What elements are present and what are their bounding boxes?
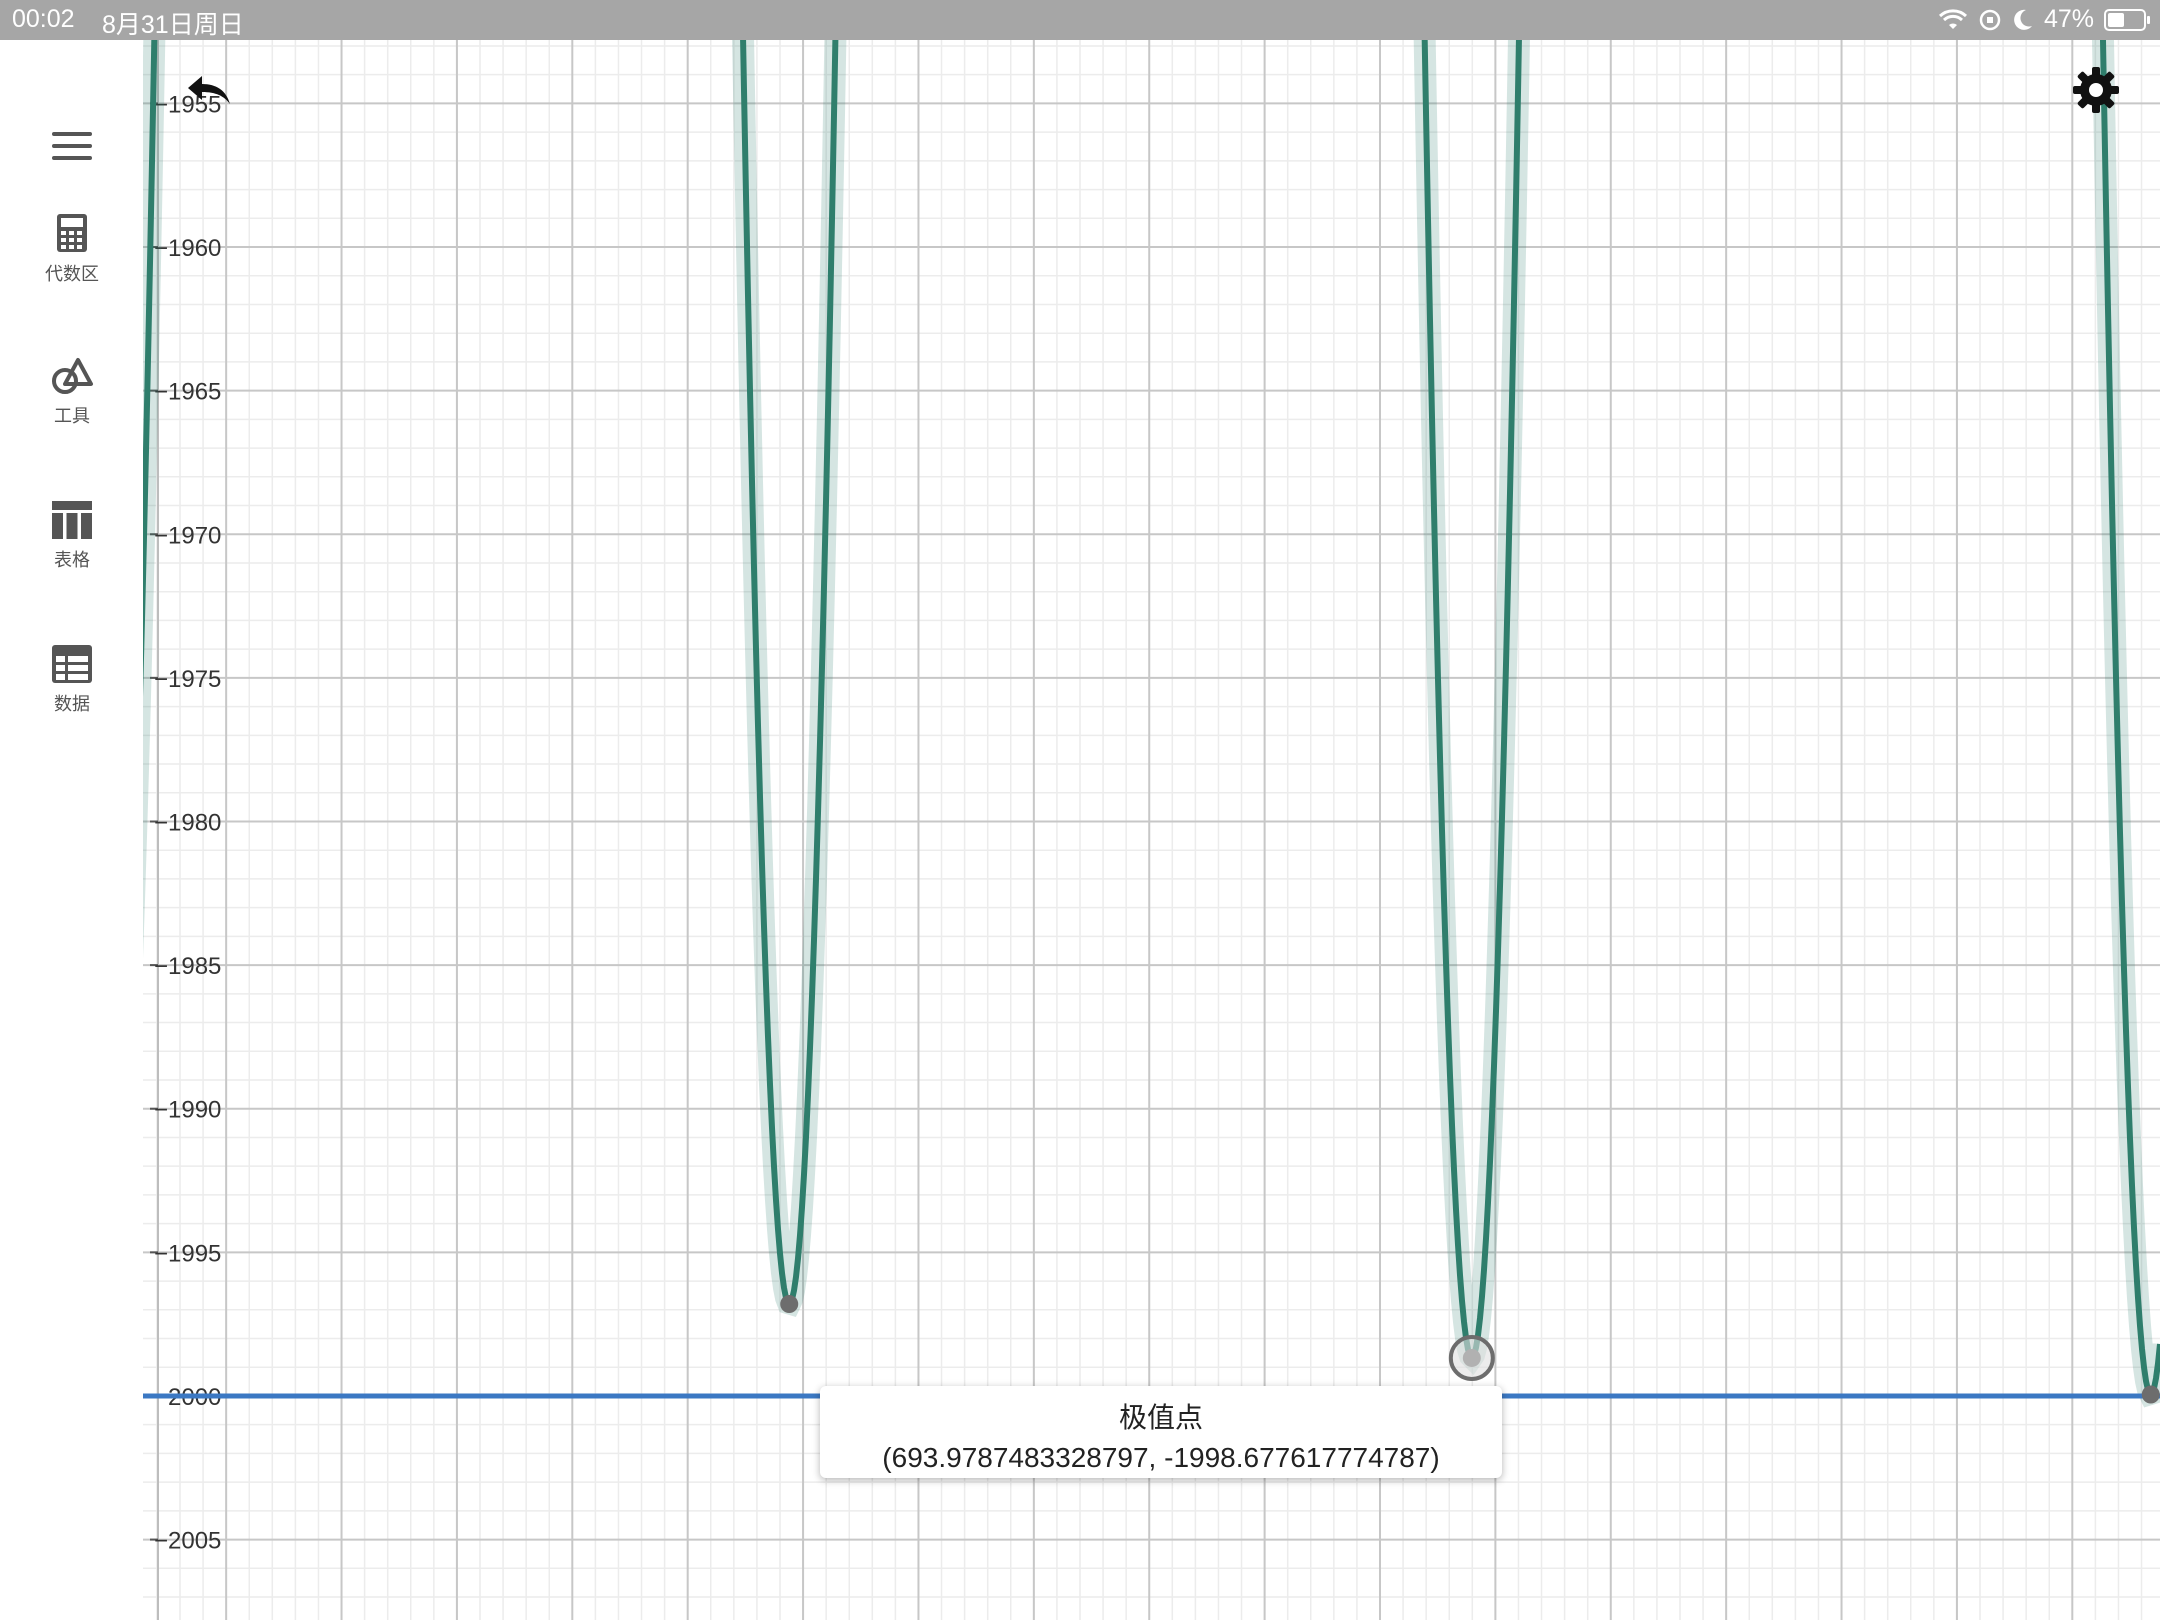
x-tick-label: 635 [91, 11, 131, 38]
x-tick-label: 645 [322, 11, 362, 38]
settings-button[interactable] [2070, 64, 2122, 116]
x-tick-label: 675 [1014, 11, 1054, 38]
x-tick-label: 710 [1822, 11, 1862, 38]
undo-icon [188, 76, 230, 104]
extremum-tooltip: 极值点 (693.9787483328797, -1998.6776177747… [820, 1386, 1502, 1478]
x-tick-label: 670 [898, 11, 938, 38]
graph-canvas[interactable]: −1955−1960−1965−1970−1975−1980−1985−1990… [0, 0, 2160, 1620]
hamburger-menu-icon[interactable] [52, 132, 92, 160]
y-tick-label: −1965 [154, 379, 221, 406]
y-tick-label: −1985 [154, 953, 221, 980]
y-tick-label: −1995 [154, 1240, 221, 1267]
x-tick-label: 700 [1591, 11, 1631, 38]
y-tick-label: −1960 [154, 235, 221, 262]
x-tick-label: 650 [437, 11, 477, 38]
x-tick-label: 640 [206, 11, 246, 38]
x-tick-label: 685 [1245, 11, 1285, 38]
x-tick-label: 705 [1706, 11, 1746, 38]
x-tick-label: 695 [1475, 11, 1515, 38]
y-tick-label: −1970 [154, 522, 221, 549]
sidebar-item-label: 表格 [54, 550, 90, 571]
shapes-tool-icon [52, 358, 93, 394]
y-tick-label: −2005 [154, 1528, 221, 1555]
x-tick-label: 680 [1129, 11, 1169, 38]
sidebar-item-label: 代数区 [45, 264, 99, 285]
x-tick-label: 715 [1937, 11, 1977, 38]
y-tick-label: −1975 [154, 666, 221, 693]
x-tick-label: 660 [668, 11, 708, 38]
gear-icon [2073, 67, 2119, 113]
y-tick-label: −1990 [154, 1097, 221, 1124]
sidebar-item-table[interactable]: 表格 [22, 500, 122, 600]
sidebar-item-data[interactable]: 数据 [22, 644, 122, 744]
tooltip-title: 极值点 [1118, 1401, 1203, 1434]
extremum-point [780, 1295, 799, 1314]
sidebar-item-label: 数据 [54, 694, 90, 715]
sidebar-item-label: 工具 [54, 406, 90, 427]
x-tick-label: 720 [2052, 11, 2092, 38]
x-tick-label: 665 [783, 11, 823, 38]
x-tick-label: 690 [1360, 11, 1400, 38]
sidebar-item-tools[interactable]: 工具 [22, 356, 122, 456]
selected-point-ring [1448, 1334, 1495, 1381]
calculator-icon [57, 214, 87, 252]
sidebar: 代数区 工具 表格 数据 [0, 40, 143, 1620]
extremum-point [2141, 1385, 2160, 1404]
sidebar-item-algebra[interactable]: 代数区 [22, 212, 122, 312]
table-icon [52, 501, 92, 539]
x-tick-label: 655 [552, 11, 592, 38]
spreadsheet-icon [52, 645, 92, 683]
y-tick-label: −1980 [154, 809, 221, 836]
tooltip-coords: (693.9787483328797, -1998.677617774787) [882, 1442, 1440, 1473]
undo-button[interactable] [182, 72, 236, 114]
